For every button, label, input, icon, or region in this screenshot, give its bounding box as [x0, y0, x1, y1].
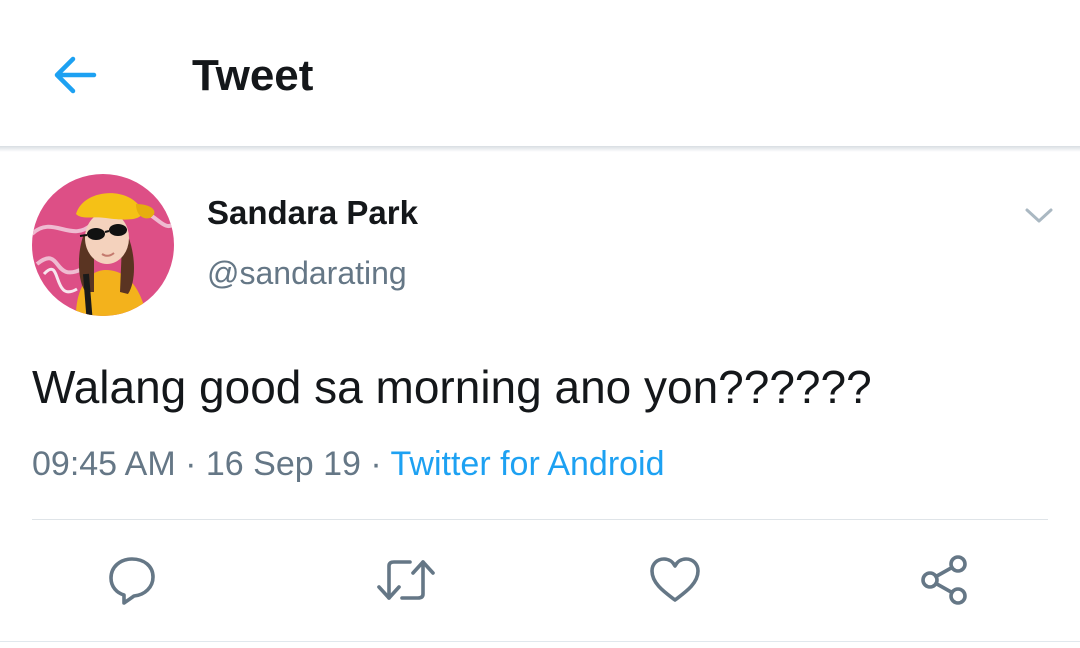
tweet-time: 09:45 AM	[32, 445, 176, 483]
screen-title: Tweet	[192, 51, 314, 100]
tweet-date: 16 Sep 19	[205, 445, 361, 483]
arrow-left-icon	[54, 56, 97, 94]
actions-divider	[32, 519, 1048, 520]
app-bar-divider	[0, 146, 1080, 152]
chevron-down-icon	[1025, 208, 1053, 223]
meta-separator: ·	[175, 445, 206, 483]
heart-icon	[650, 557, 700, 602]
share-button[interactable]	[916, 552, 972, 608]
user-handle[interactable]: @sandarating	[207, 253, 407, 293]
retweet-button[interactable]	[376, 552, 436, 608]
bottom-divider	[0, 641, 1080, 642]
more-options-button[interactable]	[1016, 196, 1062, 236]
app-bar: Tweet	[0, 0, 1080, 148]
avatar[interactable]	[32, 174, 174, 316]
display-name[interactable]: Sandara Park	[207, 193, 418, 233]
like-button[interactable]	[647, 552, 703, 608]
reply-icon	[109, 557, 155, 605]
reply-button[interactable]	[104, 552, 160, 608]
back-button[interactable]	[44, 48, 104, 102]
profile-photo	[32, 174, 174, 316]
meta-separator: ·	[360, 445, 391, 483]
tweet-text: Walang good sa morning ano yon??????	[32, 361, 872, 413]
tweet-meta: 09:45 AM · 16 Sep 19 · Twitter for Andro…	[32, 442, 665, 486]
tweet-source-link[interactable]: Twitter for Android	[391, 445, 665, 483]
retweet-icon	[377, 560, 435, 600]
share-icon	[921, 555, 967, 605]
